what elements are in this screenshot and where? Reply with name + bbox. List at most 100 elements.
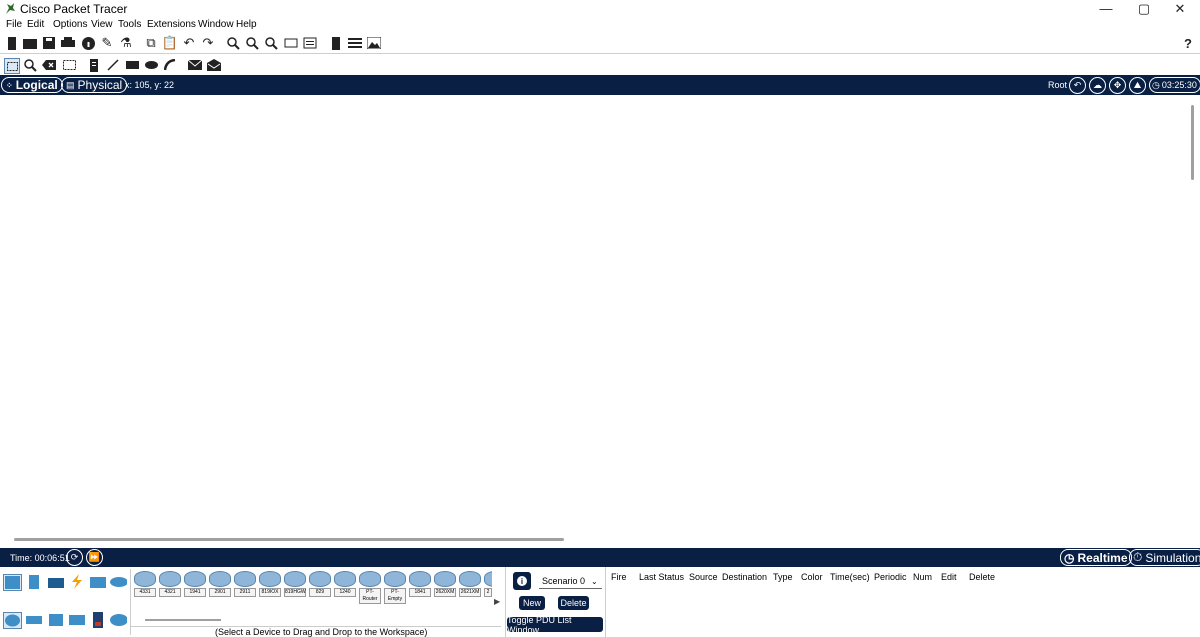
connections-category-icon[interactable] — [68, 574, 85, 589]
simulation-mode-tab[interactable]: ⏱ Simulation — [1129, 549, 1200, 566]
device-partial[interactable]: 2 — [484, 571, 492, 597]
col-source: Source — [689, 572, 718, 582]
device-4331[interactable]: 4331 — [134, 571, 156, 597]
device-819hgw[interactable]: 819HGW — [284, 571, 306, 597]
new-file-icon[interactable] — [5, 36, 19, 50]
router-icon — [284, 571, 306, 587]
menu-view[interactable]: View — [91, 19, 113, 30]
security-subcategory-icon[interactable] — [89, 611, 106, 628]
add-simple-pdu-icon[interactable] — [188, 58, 202, 72]
inspect-magnifier-icon[interactable] — [23, 58, 37, 72]
routers-subcategory-icon[interactable] — [3, 612, 22, 629]
hubs-subcategory-icon[interactable] — [47, 612, 64, 627]
stack-icon[interactable] — [348, 36, 362, 50]
miscellaneous-category-icon[interactable] — [89, 574, 106, 589]
toggle-pdu-list-button[interactable]: Toggle PDU List Window — [507, 615, 603, 635]
fast-forward-time-icon[interactable]: ⏩ — [86, 549, 103, 566]
print-icon[interactable] — [61, 36, 75, 50]
device-2911[interactable]: 2911 — [234, 571, 256, 597]
scenario-info-button[interactable]: i — [513, 572, 531, 590]
menu-extensions[interactable]: Extensions — [147, 19, 196, 30]
router-icon — [434, 571, 456, 587]
delete-scenario-button[interactable]: Delete — [558, 596, 589, 610]
device-819iox[interactable]: 819IOX — [259, 571, 281, 597]
save-icon[interactable] — [42, 36, 56, 50]
physical-grid-icon: ▤ — [66, 79, 75, 90]
router-icon — [234, 571, 256, 587]
menu-help[interactable]: Help — [236, 19, 257, 30]
switches-subcategory-icon[interactable] — [25, 612, 42, 627]
menu-tools[interactable]: Tools — [118, 19, 141, 30]
redo-icon[interactable]: ↷ — [201, 35, 215, 50]
scenario-select[interactable]: Scenario 0 ⌄ — [539, 574, 602, 589]
paste-icon[interactable]: 📋 — [162, 35, 178, 50]
network-info-icon[interactable]: ⚗ — [119, 35, 133, 50]
router-icon — [259, 571, 281, 587]
device-1941[interactable]: 1941 — [184, 571, 206, 597]
device-2901[interactable]: 2901 — [209, 571, 231, 597]
draw-ellipse-icon[interactable] — [144, 58, 158, 72]
text-file-icon[interactable] — [329, 36, 343, 50]
vertical-scrollbar[interactable] — [1191, 105, 1194, 180]
components-category-icon[interactable] — [47, 574, 64, 589]
edit-toolbar — [0, 55, 1200, 75]
router-icon — [384, 571, 406, 587]
menu-options[interactable]: Options — [53, 19, 87, 30]
viewport-icon[interactable]: ⛰ — [1129, 77, 1146, 94]
freeform-icon[interactable] — [163, 58, 177, 72]
wan-emulation-subcategory-icon[interactable] — [110, 612, 127, 627]
image-icon[interactable] — [367, 36, 381, 50]
back-arrow-icon[interactable]: ↶ — [1069, 77, 1086, 94]
minimize-button[interactable]: — — [1088, 0, 1124, 18]
end-devices-category-icon[interactable] — [25, 574, 42, 589]
zoom-in-icon[interactable] — [226, 36, 240, 50]
place-note-icon[interactable] — [87, 58, 101, 72]
menu-edit[interactable]: Edit — [27, 19, 44, 30]
elapsed-time: Time: 00:06:51 — [10, 553, 70, 563]
cluster-cloud-icon[interactable]: ☁ — [1089, 77, 1106, 94]
panel-collapse-arrow[interactable]: ▶ — [494, 597, 500, 606]
device-2620xm[interactable]: 2620XM — [434, 571, 456, 597]
menu-file[interactable]: File — [6, 19, 22, 30]
add-complex-pdu-icon[interactable] — [207, 58, 221, 72]
zoom-out-icon[interactable] — [264, 36, 278, 50]
drawing-palette-icon[interactable] — [284, 36, 298, 50]
device-1240[interactable]: 1240 — [334, 571, 356, 597]
close-button[interactable]: ✕ — [1162, 0, 1198, 18]
logical-view-tab[interactable]: ⁘ Logical — [1, 77, 63, 93]
undo-icon[interactable]: ↶ — [182, 35, 196, 50]
draw-rectangle-icon[interactable] — [125, 58, 139, 72]
menu-window[interactable]: Window — [198, 19, 234, 30]
resize-shape-icon[interactable] — [62, 58, 76, 72]
delete-tool-icon[interactable] — [42, 58, 56, 72]
device-4321[interactable]: 4321 — [159, 571, 181, 597]
power-cycle-devices-icon[interactable]: ⟳ — [66, 549, 83, 566]
device-2621xm[interactable]: 2621XM — [459, 571, 481, 597]
open-folder-icon[interactable] — [23, 36, 37, 50]
restore-button[interactable]: ▢ — [1126, 0, 1162, 18]
col-color: Color — [801, 572, 823, 582]
panel-divider — [505, 567, 506, 637]
activity-wizard-icon[interactable]: ✎ — [100, 35, 114, 50]
realtime-mode-tab[interactable]: ◷ Realtime — [1060, 549, 1132, 566]
network-devices-category-icon[interactable] — [3, 574, 22, 591]
select-tool-icon[interactable] — [4, 58, 20, 74]
device-pt-empty[interactable]: PT-Empty — [384, 571, 406, 604]
move-object-icon[interactable]: ✥ — [1109, 77, 1126, 94]
device-1841[interactable]: 1841 — [409, 571, 431, 597]
draw-line-icon[interactable] — [106, 58, 120, 72]
custom-devices-icon[interactable] — [303, 36, 317, 50]
help-icon[interactable]: ? — [1181, 36, 1195, 51]
info-icon[interactable] — [81, 36, 95, 50]
physical-view-tab[interactable]: ▤ Physical — [61, 77, 128, 93]
new-scenario-button[interactable]: New — [519, 596, 545, 610]
multiuser-connection-icon[interactable] — [110, 574, 127, 589]
horizontal-scrollbar[interactable] — [14, 538, 564, 541]
wireless-devices-subcategory-icon[interactable] — [68, 612, 85, 627]
logical-workspace[interactable] — [0, 95, 1200, 545]
device-pt-router[interactable]: PT-Router — [359, 571, 381, 604]
zoom-reset-icon[interactable] — [245, 36, 259, 50]
copy-icon[interactable]: ⧉ — [144, 35, 158, 50]
device-829[interactable]: 829 — [309, 571, 331, 597]
device-list-scrollbar[interactable] — [145, 619, 221, 621]
